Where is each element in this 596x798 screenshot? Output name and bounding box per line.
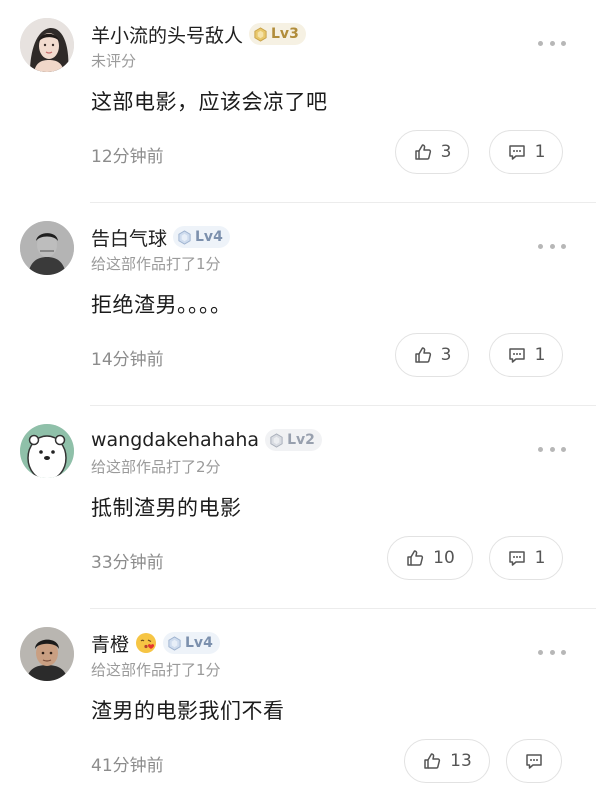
level-badge: Lv2 [265, 429, 322, 451]
level-gem-icon [178, 229, 191, 245]
like-count: 3 [440, 345, 452, 365]
username[interactable]: 告白气球 [91, 224, 167, 251]
avatar-image [20, 18, 74, 72]
timestamp: 12分钟前 [91, 147, 164, 167]
username[interactable]: 羊小流的头号敌人 [91, 21, 243, 48]
thumbs-up-icon [414, 144, 431, 160]
like-count: 13 [450, 751, 472, 771]
level-label: Lv3 [271, 26, 299, 42]
comment-item: wangdakehahaha Lv2 给这部作品打了2分 抵制渣男的电影 33分… [0, 406, 596, 609]
reply-button[interactable]: 1 [489, 333, 563, 377]
reply-button[interactable] [506, 739, 562, 783]
comment-text: 拒绝渣男。。。。 [91, 293, 232, 317]
level-badge: Lv4 [163, 632, 220, 654]
kissing-face-emoji-icon [136, 633, 157, 653]
comment-feed: 羊小流的头号敌人 Lv3 未评分 这部电影，应该会凉了吧 12分钟前 3 1 告… [0, 0, 596, 798]
level-badge: Lv4 [173, 226, 230, 248]
reply-button[interactable]: 1 [489, 536, 563, 580]
rating-text: 给这部作品打了2分 [91, 458, 221, 476]
comment-bubble-icon [508, 551, 525, 566]
avatar[interactable] [20, 18, 74, 72]
like-button[interactable]: 10 [387, 536, 473, 580]
comment-bubble-icon [508, 145, 525, 160]
reply-count: 1 [534, 345, 546, 365]
more-dots-icon[interactable] [538, 241, 566, 251]
user-info-row: wangdakehahaha Lv2 [91, 426, 322, 454]
like-button[interactable]: 3 [395, 130, 469, 174]
avatar-image [20, 221, 74, 275]
reply-count: 1 [534, 548, 546, 568]
comment-item: 羊小流的头号敌人 Lv3 未评分 这部电影，应该会凉了吧 12分钟前 3 1 [0, 0, 596, 203]
comment-item: 告白气球 Lv4 给这部作品打了1分 拒绝渣男。。。。 14分钟前 3 1 [0, 203, 596, 406]
comment-item: 青橙 Lv4 给这部作品打了1分 渣男的电影我们不看 41分钟前 13 [0, 609, 596, 798]
user-info-row: 告白气球 Lv4 [91, 223, 230, 251]
avatar[interactable] [20, 627, 74, 681]
reply-button[interactable]: 1 [489, 130, 563, 174]
level-gem-icon [254, 26, 267, 42]
timestamp: 33分钟前 [91, 553, 164, 573]
username[interactable]: 青橙 [91, 630, 129, 657]
more-dots-icon[interactable] [538, 38, 566, 48]
more-dots-icon[interactable] [538, 647, 566, 657]
level-label: Lv4 [185, 635, 213, 651]
avatar-image [20, 627, 74, 681]
avatar-image [20, 424, 74, 478]
comment-text: 抵制渣男的电影 [91, 496, 242, 520]
avatar[interactable] [20, 221, 74, 275]
avatar[interactable] [20, 424, 74, 478]
like-count: 3 [440, 142, 452, 162]
username[interactable]: wangdakehahaha [91, 429, 259, 451]
level-label: Lv2 [287, 432, 315, 448]
level-label: Lv4 [195, 229, 223, 245]
level-gem-icon [168, 635, 181, 651]
rating-text: 给这部作品打了1分 [91, 255, 221, 273]
user-info-row: 青橙 Lv4 [91, 629, 220, 657]
comment-text: 这部电影，应该会凉了吧 [91, 90, 328, 114]
reply-count: 1 [534, 142, 546, 162]
like-button[interactable]: 13 [404, 739, 490, 783]
like-count: 10 [433, 548, 455, 568]
like-button[interactable]: 3 [395, 333, 469, 377]
timestamp: 41分钟前 [91, 756, 164, 776]
rating-text: 未评分 [91, 52, 137, 70]
thumbs-up-icon [424, 753, 441, 769]
thumbs-up-icon [407, 550, 424, 566]
level-gem-icon [270, 432, 283, 448]
more-dots-icon[interactable] [538, 444, 566, 454]
thumbs-up-icon [414, 347, 431, 363]
user-info-row: 羊小流的头号敌人 Lv3 [91, 20, 306, 48]
rating-text: 给这部作品打了1分 [91, 661, 221, 679]
comment-bubble-icon [508, 348, 525, 363]
comment-text: 渣男的电影我们不看 [91, 699, 285, 723]
comment-bubble-icon [526, 754, 542, 769]
timestamp: 14分钟前 [91, 350, 164, 370]
level-badge: Lv3 [249, 23, 306, 45]
